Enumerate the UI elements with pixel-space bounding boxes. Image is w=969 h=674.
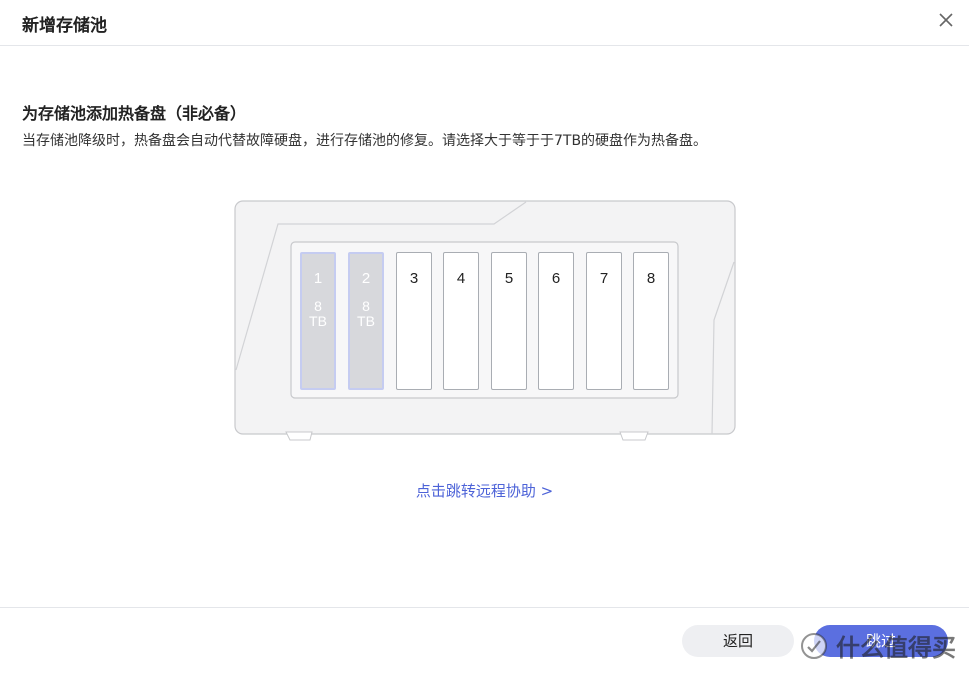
drive-bay-number: 3: [409, 270, 419, 287]
watermark-logo: [801, 633, 827, 659]
drive-capacity-unit: TB: [309, 313, 327, 329]
drive-bay-3[interactable]: 3: [396, 252, 432, 390]
watermark-text: 什么值得买: [836, 634, 956, 662]
drive-bay-8[interactable]: 8: [633, 252, 669, 390]
drive-bay-5[interactable]: 5: [491, 252, 527, 390]
drive-capacity-unit: TB: [357, 313, 375, 329]
add-storage-pool-dialog: 新增存储池 为存储池添加热备盘（非必备） 当存储池降级时，热备盘会自动代替故障硬…: [0, 0, 969, 674]
dialog-header: 新增存储池: [0, 0, 969, 46]
drive-bay-4[interactable]: 4: [443, 252, 479, 390]
drive-bay-number: 4: [456, 270, 466, 287]
drive-bay-number: 5: [504, 270, 514, 287]
close-icon[interactable]: [935, 9, 957, 31]
drive-bay-1[interactable]: 1 8 TB: [300, 252, 336, 390]
drive-capacity: 8: [314, 298, 322, 314]
drive-capacity: 8: [362, 298, 370, 314]
section-title: 为存储池添加热备盘（非必备）: [22, 104, 247, 123]
section-description: 当存储池降级时，热备盘会自动代替故障硬盘，进行存储池的修复。请选择大于等于于7T…: [22, 133, 708, 149]
drive-bay-6[interactable]: 6: [538, 252, 574, 390]
drive-bay-number: 8: [646, 270, 656, 287]
drive-bay-2[interactable]: 2 8 TB: [348, 252, 384, 390]
drive-bay-number: 7: [599, 270, 609, 287]
drive-bay-number: 2: [361, 270, 371, 287]
drive-bay-number: 6: [551, 270, 561, 287]
drive-bay-number: 1: [313, 270, 323, 287]
dialog-title: 新增存储池: [22, 16, 107, 36]
remote-assist-link[interactable]: 点击跳转远程协助 >: [0, 480, 969, 501]
drive-bay-7[interactable]: 7: [586, 252, 622, 390]
back-button[interactable]: 返回: [682, 625, 794, 657]
